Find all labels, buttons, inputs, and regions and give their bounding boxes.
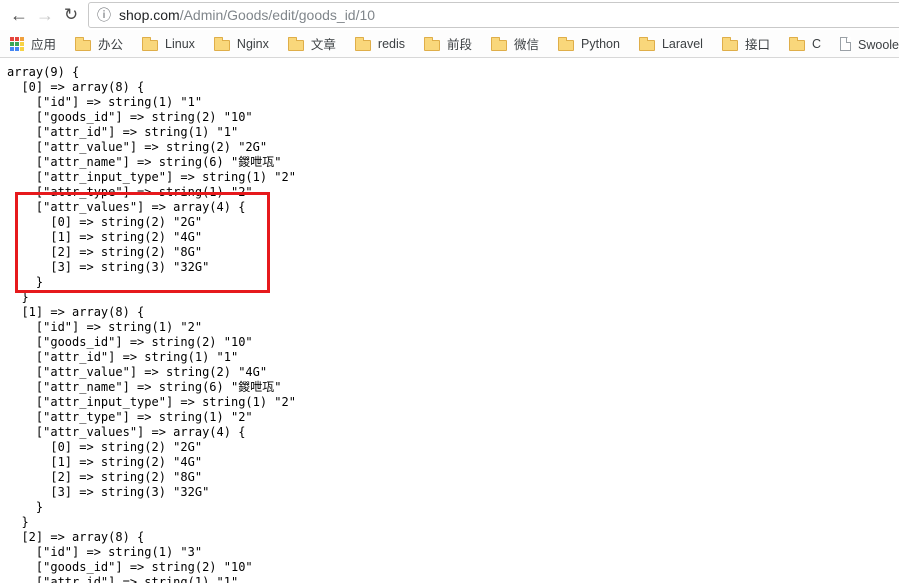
bookmark-item[interactable]: 微信 — [491, 34, 539, 53]
bookmark-label: Python — [581, 36, 620, 51]
url-path: /Admin/Goods/edit/goods_id/10 — [179, 7, 376, 23]
bookmark-label: 应用 — [31, 38, 57, 52]
bookmark-item[interactable]: 接口 — [721, 34, 770, 53]
bookmark-icon — [491, 36, 508, 51]
bookmark-label: Linux — [165, 36, 195, 51]
apps-grid-icon — [10, 36, 24, 51]
bookmark-item[interactable]: 文章 — [287, 34, 336, 53]
bookmark-item[interactable]: 办公 — [75, 34, 123, 53]
bookmark-label: 文章 — [310, 38, 336, 52]
page-content: array(9) { [0] => array(8) { ["id"] => s… — [0, 58, 899, 583]
bookmarks-bar: 应用 办公 Linux Nginx 文章 redis 前段 微信 Python … — [0, 30, 899, 58]
bookmark-item[interactable]: redis — [354, 36, 405, 51]
bookmark-label: Swoole: PHP的异步 — [858, 38, 899, 52]
bookmark-item[interactable]: Nginx — [213, 36, 269, 51]
browser-window: ← → ↻ ⓘ shop.com/Admin/Goods/edit/goods_… — [0, 0, 899, 583]
bookmark-icon — [354, 36, 371, 51]
bookmark-icon — [638, 36, 655, 51]
bookmark-icon — [287, 36, 304, 51]
refresh-button[interactable]: ↻ — [58, 1, 84, 29]
bookmark-label: redis — [377, 36, 405, 51]
bookmark-icon — [558, 36, 575, 51]
bookmark-label: C — [811, 36, 821, 51]
bookmark-label: Nginx — [236, 36, 269, 51]
bookmark-apps-shortcut[interactable]: 应用 — [10, 34, 56, 53]
bookmark-label: 接口 — [744, 38, 770, 52]
url-bar[interactable]: ⓘ shop.com/Admin/Goods/edit/goods_id/10 — [88, 2, 899, 28]
page-info-icon[interactable]: ⓘ — [97, 5, 111, 25]
bookmark-icon — [788, 36, 805, 51]
forward-button[interactable]: → — [32, 1, 58, 29]
back-button[interactable]: ← — [6, 1, 32, 29]
bookmark-label: 办公 — [98, 38, 124, 52]
bookmark-icon — [142, 36, 159, 51]
browser-toolbar: ← → ↻ ⓘ shop.com/Admin/Goods/edit/goods_… — [0, 0, 899, 30]
bookmark-icon — [213, 36, 230, 51]
bookmark-icon — [840, 36, 851, 51]
bookmark-label: 微信 — [514, 38, 540, 52]
bookmark-item[interactable]: Python — [558, 36, 620, 51]
bookmark-icon — [75, 36, 92, 51]
url-host: shop.com — [119, 7, 180, 23]
bookmark-label: Laravel — [661, 36, 703, 51]
bookmark-item[interactable]: 前段 — [424, 34, 472, 53]
bookmark-icon — [424, 36, 440, 51]
bookmark-item[interactable]: Swoole: PHP的异步 — [840, 34, 899, 53]
bookmark-item[interactable]: C — [788, 36, 821, 51]
var-dump-output: array(9) { [0] => array(8) { ["id"] => s… — [7, 65, 296, 583]
bookmark-item[interactable]: Linux — [142, 36, 195, 51]
bookmark-item[interactable]: Laravel — [638, 36, 703, 51]
bookmark-label: 前段 — [447, 38, 473, 52]
bookmark-icon — [721, 36, 738, 51]
